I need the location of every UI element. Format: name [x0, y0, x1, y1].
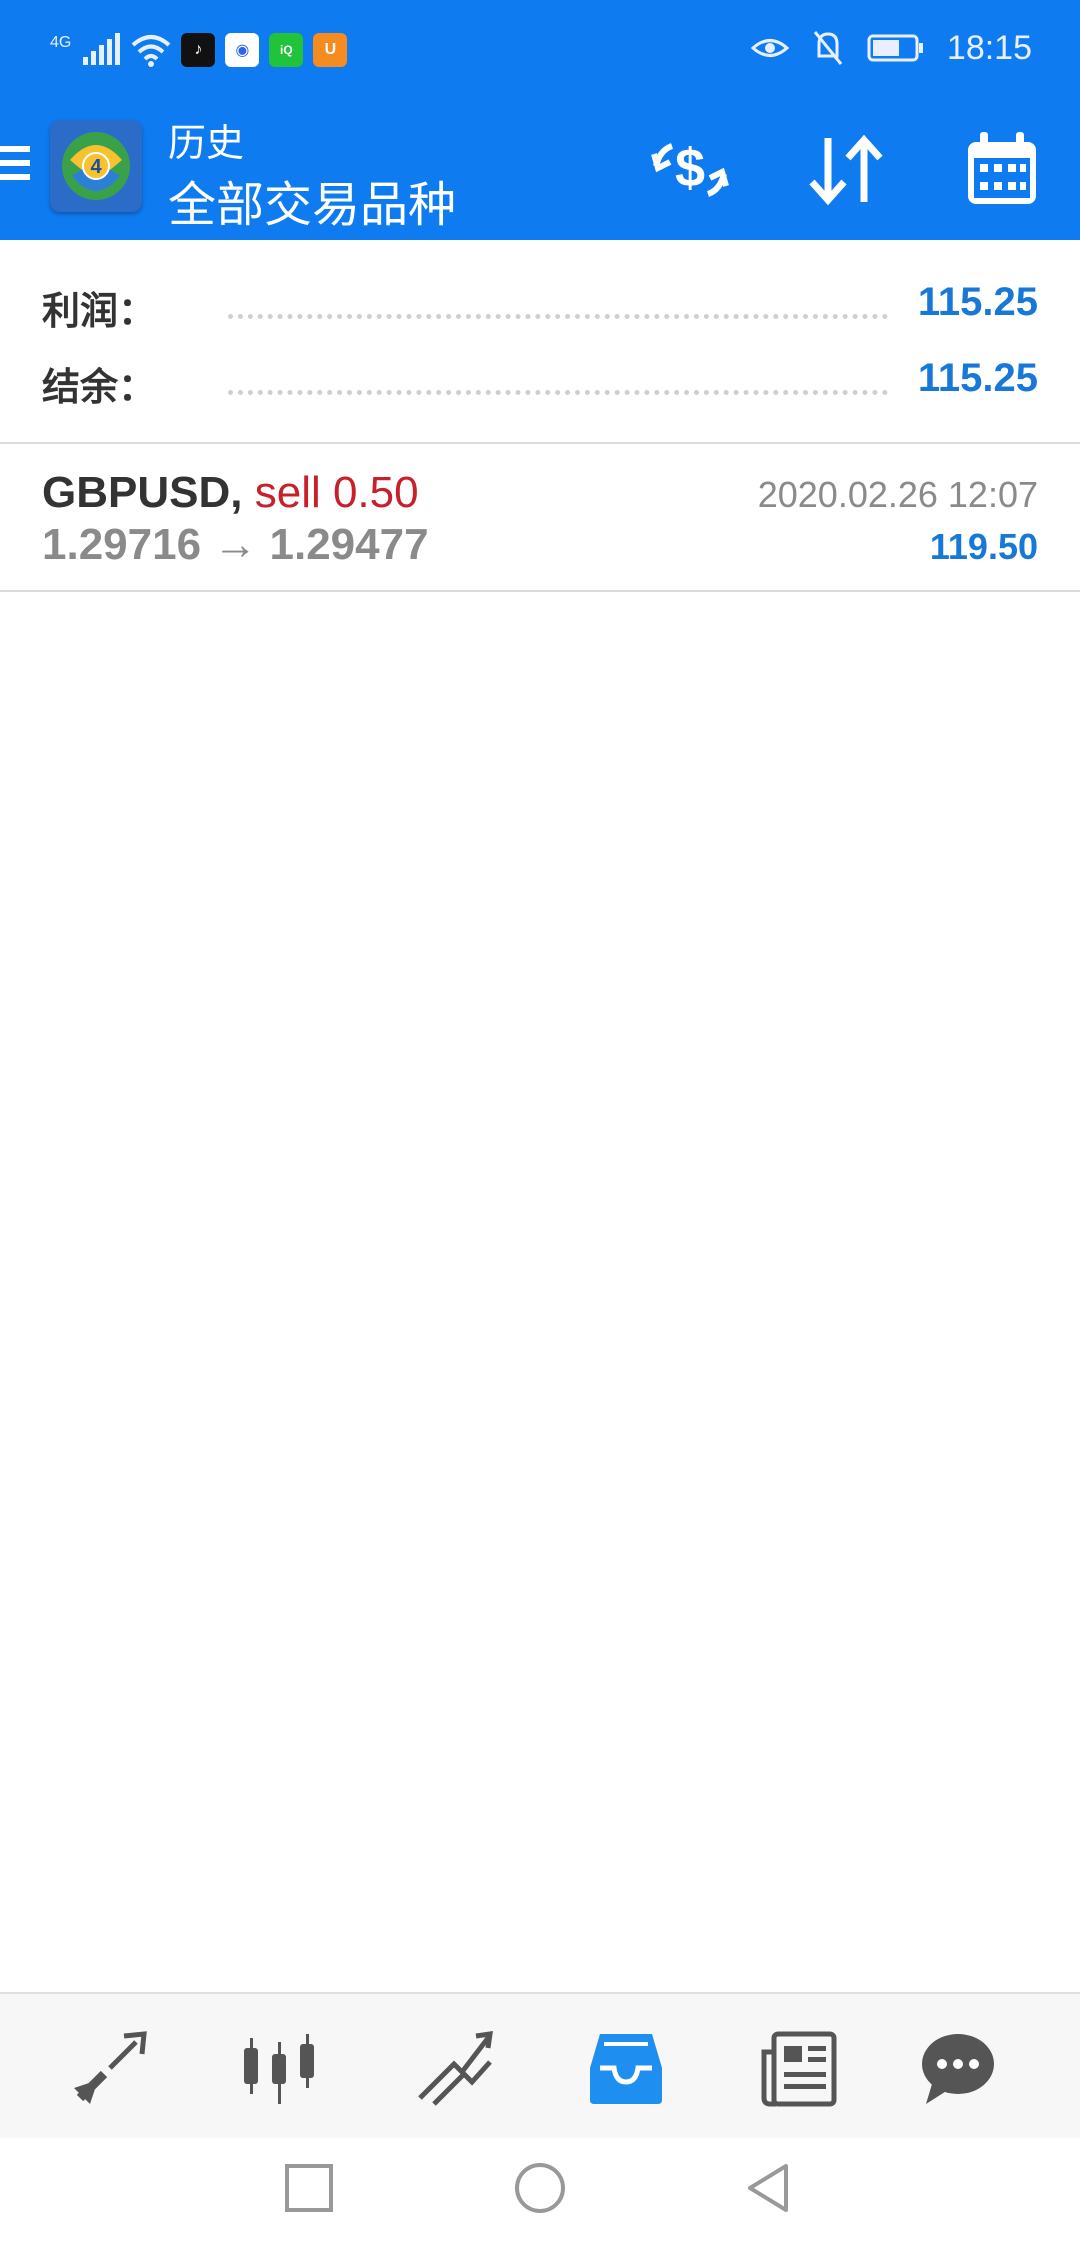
- profit-row: 利润： 115.25: [42, 280, 1038, 340]
- chart-icon[interactable]: [240, 2028, 320, 2108]
- balance-label: 结余：: [42, 367, 157, 409]
- metatrader-logo-icon: 4: [50, 120, 142, 212]
- status-left: 4G ♪ ◉ iQ U: [50, 28, 348, 72]
- baidu-icon: ◉: [225, 33, 260, 67]
- deal-row[interactable]: GBPUSD, sell 0.50 1.29716 → 1.29477 2020…: [0, 444, 1080, 592]
- chat-icon[interactable]: [918, 2028, 998, 2108]
- svg-text:4: 4: [90, 156, 102, 178]
- deal-symbol-name: GBPUSD,: [42, 468, 243, 517]
- home-icon[interactable]: [512, 2160, 568, 2216]
- summary-panel: 利润： 115.25 结余： 115.25: [0, 240, 1080, 444]
- top-app-bar: 4G ♪ ◉ iQ U 18:15 4 历史 全部交易品种 $: [0, 0, 1080, 240]
- battery-icon: [867, 34, 923, 62]
- tiktok-icon: ♪: [181, 33, 216, 67]
- svg-text:$: $: [675, 138, 705, 198]
- mute-icon: [813, 31, 843, 65]
- dotted-leader: [228, 390, 888, 395]
- quotes-icon[interactable]: [414, 2028, 494, 2108]
- uc-browser-icon: U: [313, 33, 348, 67]
- trade-icon[interactable]: [70, 2028, 150, 2108]
- page-title: 历史: [168, 123, 245, 165]
- back-icon[interactable]: [742, 2160, 798, 2216]
- status-bar: 4G ♪ ◉ iQ U 18:15: [0, 0, 1080, 100]
- balance-value: 115.25: [917, 356, 1038, 400]
- news-icon[interactable]: [758, 2028, 838, 2108]
- menu-button[interactable]: [0, 146, 30, 192]
- deal-symbol: GBPUSD, sell 0.50: [42, 468, 419, 518]
- deal-type: sell 0.50: [254, 468, 419, 517]
- profit-label: 利润：: [42, 291, 157, 333]
- history-icon[interactable]: [586, 2028, 666, 2108]
- system-navigation-bar: [0, 2138, 1080, 2244]
- clock: 18:15: [946, 28, 1032, 67]
- deal-prices: 1.29716 → 1.29477: [42, 520, 429, 569]
- deal-time: 2020.02.26 12:07: [757, 474, 1038, 515]
- deposit-withdraw-icon[interactable]: $: [648, 128, 732, 212]
- sort-icon[interactable]: [804, 128, 888, 212]
- status-right: 18:15: [750, 26, 1032, 70]
- eye-comfort-icon: [750, 39, 789, 57]
- deal-profit: 119.50: [929, 526, 1038, 567]
- calendar-icon[interactable]: [960, 128, 1044, 212]
- wifi-icon: [132, 35, 171, 67]
- iqiyi-icon: iQ: [269, 33, 304, 67]
- bottom-navigation: [0, 1992, 1080, 2140]
- network-label: 4G: [50, 34, 72, 51]
- dotted-leader: [228, 314, 888, 319]
- profit-value: 115.25: [917, 280, 1038, 324]
- signal-icon: [83, 33, 121, 65]
- recent-apps-icon[interactable]: [281, 2160, 337, 2216]
- symbol-filter[interactable]: 全部交易品种: [168, 165, 456, 235]
- balance-row: 结余： 115.25: [42, 356, 1038, 416]
